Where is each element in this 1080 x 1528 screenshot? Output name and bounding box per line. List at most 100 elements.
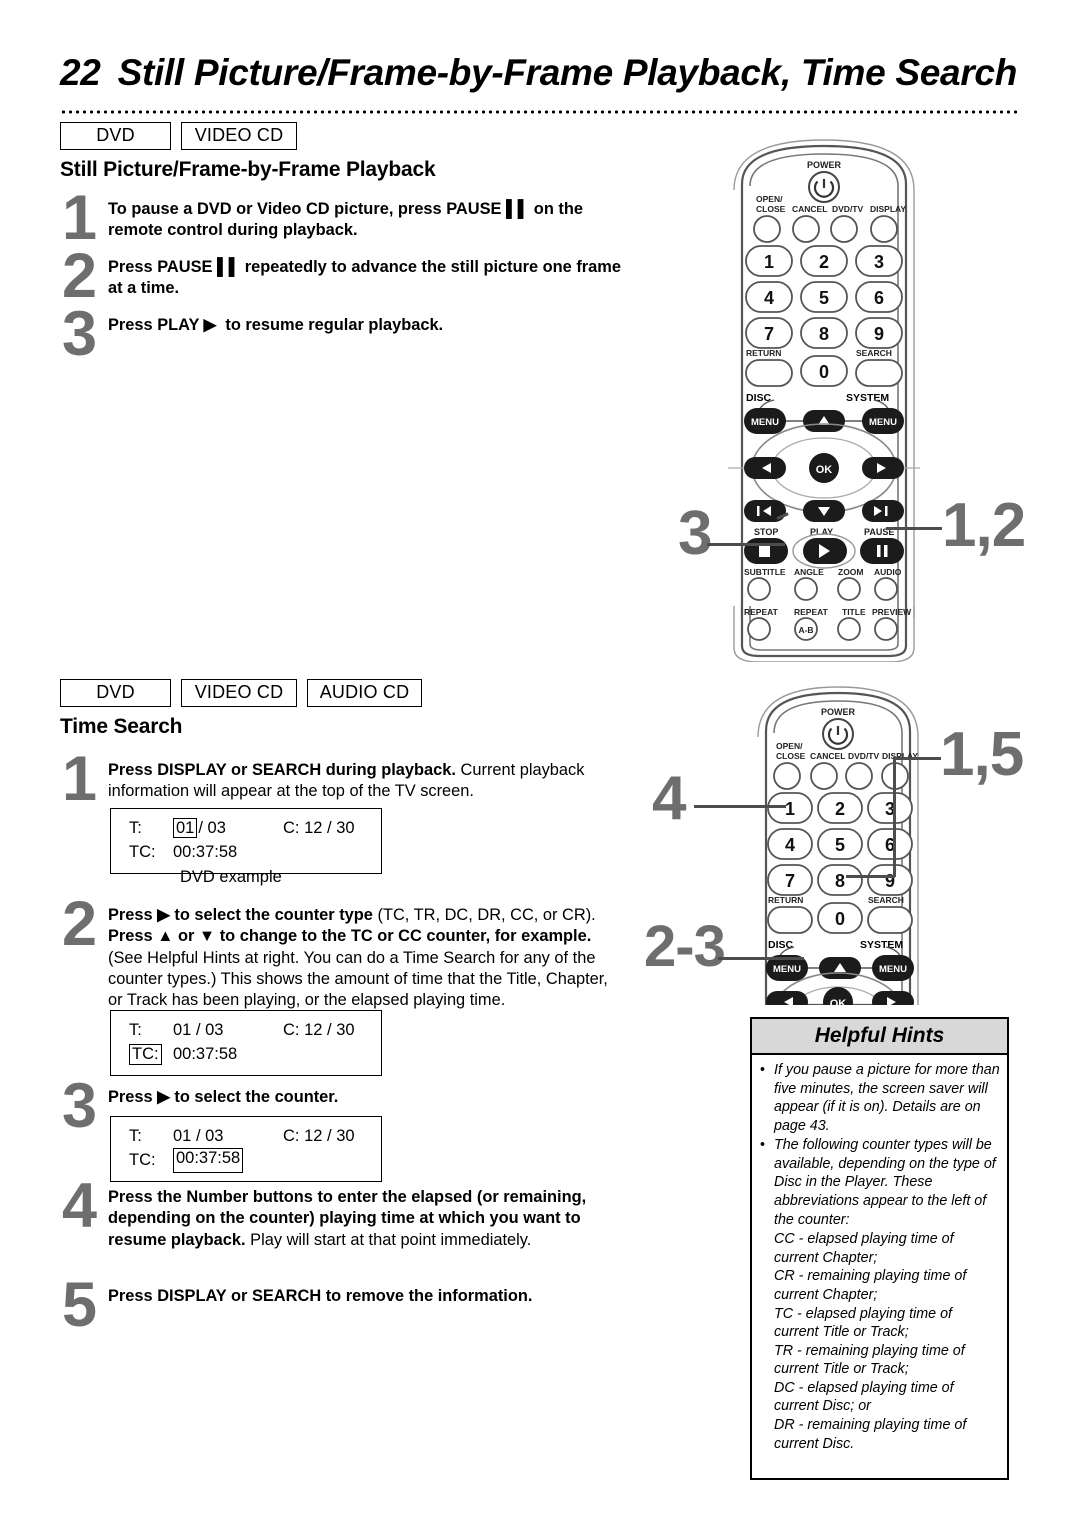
remote-control-illustration-1-lower: REPEAT REPEAT TITLE PREVIEW A-B: [714, 606, 934, 662]
svg-text:4: 4: [764, 288, 774, 308]
callout-leader-15-bottom: [846, 875, 895, 878]
svg-text:DISC: DISC: [768, 939, 794, 951]
page-header: 22 Still Picture/Frame-by-Frame Playback…: [60, 52, 1020, 110]
svg-text:POWER: POWER: [807, 160, 842, 170]
svg-text:ANGLE: ANGLE: [794, 567, 824, 577]
svg-text:SEARCH: SEARCH: [868, 895, 904, 905]
osd-title-label: T:: [129, 1127, 142, 1145]
step-text: To pause a DVD or Video CD picture, pres…: [108, 200, 583, 240]
svg-text:SEARCH: SEARCH: [856, 348, 892, 358]
callout-leader-15-top: [895, 757, 941, 760]
helpful-hints-box: Helpful Hints • If you pause a picture f…: [750, 1017, 1009, 1480]
step-number: 1: [62, 183, 97, 253]
step-s2-2: 2 Press ▶ to select the counter type (TC…: [62, 889, 625, 1012]
svg-text:0: 0: [835, 909, 845, 929]
remote-svg: POWER OPEN/ CLOSE CANCEL DVD/TV DISPLAY …: [728, 139, 920, 618]
osd-title-total: / 03: [195, 1127, 224, 1145]
svg-text:8: 8: [819, 324, 829, 344]
disc-badges-section2: DVD VIDEO CD AUDIO CD: [60, 679, 422, 707]
svg-text:7: 7: [785, 871, 795, 891]
svg-text:9: 9: [874, 324, 884, 344]
svg-text:OK: OK: [816, 464, 833, 476]
svg-text:DVD/TV: DVD/TV: [832, 204, 864, 214]
callout-remote2-right: 1,5: [940, 720, 1024, 789]
callout-leader-23: [718, 957, 804, 960]
osd-row-counter: TC: 00:37:58: [129, 1042, 381, 1066]
osd-title-label: T:: [129, 819, 142, 837]
step-s2-5: 5 Press DISPLAY or SEARCH to remove the …: [62, 1273, 627, 1337]
page-number: 22: [60, 52, 101, 93]
step-number: 3: [62, 299, 97, 369]
counter-type-item: DC - elapsed playing time of current Dis…: [774, 1379, 954, 1415]
svg-text:CANCEL: CANCEL: [792, 204, 827, 214]
osd-title-label: T:: [129, 1021, 142, 1039]
step-number: 4: [62, 1171, 97, 1241]
counter-type-item: CR - remaining playing time of current C…: [774, 1268, 967, 1303]
counter-type-item: TC - elapsed playing time of current Tit…: [774, 1305, 952, 1341]
svg-text:OK: OK: [830, 998, 847, 1005]
osd-chapter-value: 12 / 30: [304, 819, 355, 837]
hint-text: If you pause a picture for more than fiv…: [774, 1062, 1000, 1134]
osd-display-1: T: 01/ 03 C: 12 / 30 TC: 00:37:58: [110, 808, 382, 874]
svg-text:MENU: MENU: [879, 964, 907, 975]
osd-display-2: T: 01 / 03 C: 12 / 30 TC: 00:37:58: [110, 1010, 382, 1076]
callout-leader-3: [707, 543, 785, 546]
svg-text:REPEAT: REPEAT: [744, 607, 779, 617]
osd-chapter-value: 12 / 30: [304, 1021, 355, 1039]
svg-text:POWER: POWER: [821, 707, 856, 717]
svg-text:MENU: MENU: [751, 417, 779, 428]
svg-text:OPEN/: OPEN/: [756, 194, 783, 204]
osd-row-counter: TC: 00:37:58: [129, 840, 381, 864]
svg-text:CANCEL: CANCEL: [810, 751, 845, 761]
callout-remote2-left-lower: 2-3: [644, 914, 726, 979]
bullet-icon: •: [760, 1137, 766, 1154]
svg-text:3: 3: [874, 252, 884, 272]
svg-text:DVD/TV: DVD/TV: [848, 751, 880, 761]
osd-counter-value: 00:37:58: [173, 1045, 238, 1064]
svg-text:RETURN: RETURN: [746, 348, 781, 358]
counter-type-item: TR - remaining playing time of current T…: [774, 1342, 965, 1378]
osd-chapter-label: C:: [283, 1127, 300, 1145]
svg-text:8: 8: [835, 871, 845, 891]
osd-title-total: / 03: [198, 819, 226, 837]
svg-text:STOP: STOP: [754, 527, 778, 537]
step-number: 2: [62, 889, 97, 959]
svg-text:2: 2: [819, 252, 829, 272]
step-s1-2: 2 Press PAUSE ▌▌ repeatedly to advance t…: [62, 245, 632, 308]
svg-text:MENU: MENU: [869, 417, 897, 428]
counter-type-item: CC - elapsed playing time of current Cha…: [774, 1231, 954, 1266]
hint-text: The following counter types will be avai…: [774, 1137, 996, 1228]
osd-counter-label: TC:: [129, 1044, 162, 1065]
hint-item: • The following counter types will be av…: [760, 1136, 1000, 1229]
step-text: Press PAUSE ▌▌ repeatedly to advance the…: [108, 258, 621, 298]
bullet-icon: •: [760, 1062, 766, 1078]
remote-control-illustration-1: POWER OPEN/ CLOSE CANCEL DVD/TV DISPLAY …: [714, 138, 934, 618]
helpful-hints-body: • If you pause a picture for more than f…: [752, 1055, 1007, 1457]
section-heading-time-search: Time Search: [60, 715, 183, 738]
hint-item: • If you pause a picture for more than f…: [760, 1061, 1000, 1135]
svg-text:5: 5: [819, 288, 829, 308]
osd-counter-label: TC:: [129, 1151, 156, 1170]
svg-text:6: 6: [874, 288, 884, 308]
badge-dvd-2: DVD: [60, 679, 171, 707]
svg-text:SYSTEM: SYSTEM: [860, 939, 903, 951]
osd-title-total: / 03: [195, 1021, 224, 1039]
page-title: Still Picture/Frame-by-Frame Playback, T…: [117, 52, 1018, 93]
svg-text:2: 2: [835, 799, 845, 819]
osd-title-value: 01: [173, 1127, 192, 1145]
osd-title-value: 01: [173, 818, 198, 839]
osd-chapter-label: C:: [283, 819, 300, 837]
disc-badges-section1: DVD VIDEO CD: [60, 122, 297, 150]
svg-text:5: 5: [835, 835, 845, 855]
step-number: 1: [62, 744, 97, 814]
svg-text:DISPLAY: DISPLAY: [870, 204, 906, 214]
svg-text:ZOOM: ZOOM: [838, 567, 864, 577]
step-number: 3: [62, 1071, 97, 1141]
step-text: Press DISPLAY or SEARCH to remove the in…: [108, 1287, 533, 1305]
osd-chapter-group: C: 12 / 30: [283, 1018, 355, 1042]
step-s1-1: 1 To pause a DVD or Video CD picture, pr…: [62, 183, 622, 253]
helpful-hints-title: Helpful Hints: [752, 1019, 1007, 1055]
badge-video-cd-2: VIDEO CD: [181, 679, 297, 707]
svg-text:1: 1: [785, 799, 795, 819]
step-text: Press ▶ to select the counter type (TC, …: [108, 906, 608, 1010]
